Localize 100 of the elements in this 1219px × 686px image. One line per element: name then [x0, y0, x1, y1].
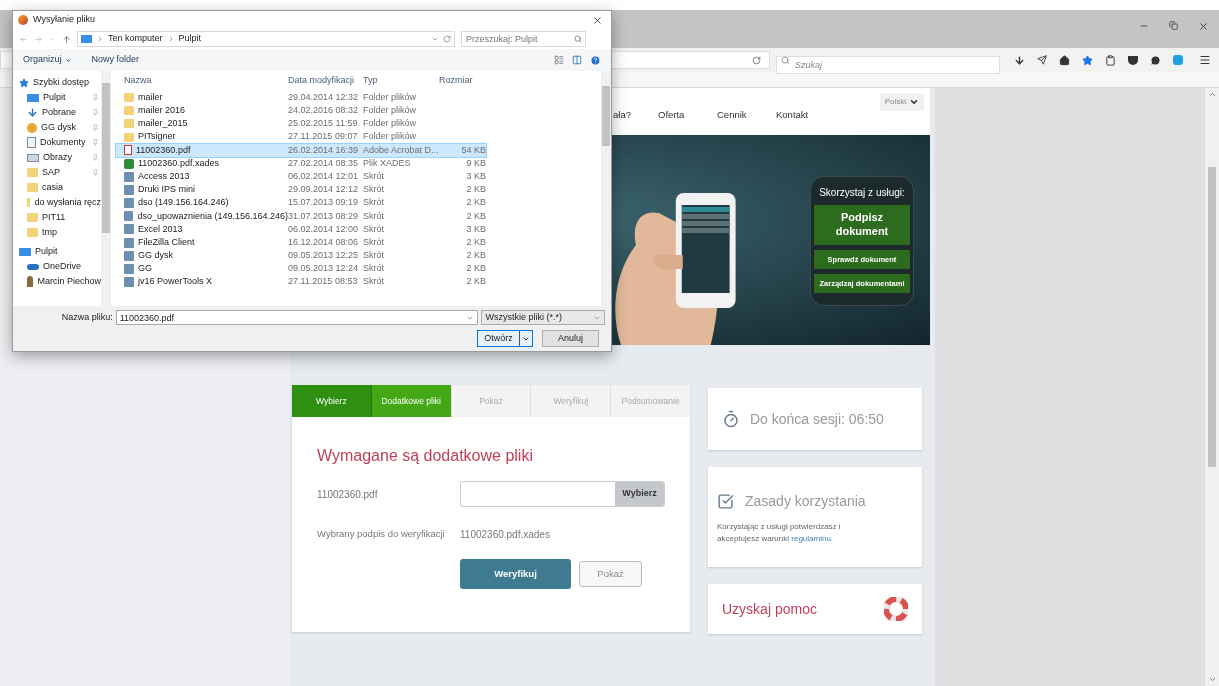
cancel-button[interactable]: Anuluj	[542, 330, 599, 347]
file-row[interactable]: PITsigner 27.11.2015 09:07 Folder plików	[116, 130, 486, 144]
new-folder-button[interactable]: Nowy folder	[91, 53, 140, 67]
file-row[interactable]: Excel 2013 06.02.2014 12:00 Skrót 3 KB	[116, 222, 486, 237]
monitor-icon	[81, 35, 92, 43]
search-icon	[574, 35, 582, 43]
choose-file-button[interactable]: Wybierz	[615, 482, 664, 506]
refresh-icon[interactable]	[443, 35, 451, 43]
scroll-up-icon[interactable]	[1207, 90, 1217, 99]
terms-link[interactable]: regulaminu	[791, 534, 831, 543]
session-timer: Do końca sesji: 06:50	[750, 409, 884, 429]
nav-pane-item[interactable]: Obrazy	[13, 150, 101, 165]
app-shortcut-icon	[124, 198, 134, 209]
page-scrollbar[interactable]	[1205, 88, 1219, 686]
clipboard-icon[interactable]	[1105, 54, 1116, 66]
file-row[interactable]: jv16 PowerTools X 27.11.2015 08:53 Skrót 2 KB	[116, 275, 486, 289]
file-size: 3 KB	[466, 223, 486, 234]
scrollbar[interactable]	[601, 71, 611, 306]
monitor-icon	[27, 93, 39, 102]
file-row[interactable]: dso_upowaznienia (149.156.164.246)31.07.2013 08:29 Skrót 2 KB	[116, 209, 486, 223]
signature-label: Wybrany podpis do weryfikacji	[317, 527, 446, 542]
column-header[interactable]: Typ	[363, 74, 439, 88]
nav-pane-item[interactable]: PIT11	[13, 210, 101, 225]
nav-pane-item[interactable]: do wysłania ręcz	[13, 195, 101, 210]
search-field[interactable]: Szukaj	[776, 56, 1000, 74]
paper-plane-icon[interactable]	[1037, 55, 1047, 65]
download-icon[interactable]	[1014, 54, 1025, 66]
file-row[interactable]: mailer 29.04.2014 12:32 Folder plików	[116, 91, 486, 105]
home-icon[interactable]	[1059, 54, 1070, 66]
person-icon	[27, 276, 34, 287]
help-link[interactable]: Uzyskaj pomoc	[722, 598, 817, 620]
file-type: Skrót	[363, 209, 385, 223]
file-row[interactable]: GG 09.05.2013 12:24 Skrót 2 KB	[116, 262, 486, 276]
file-date: 15.07.2013 09:19	[288, 196, 360, 210]
search-field[interactable]: Przeszukaj: Pulpit	[461, 31, 586, 47]
help-icon[interactable]	[590, 54, 601, 66]
file-row[interactable]: 11002360.pdf.xades 27.02.2014 08:35 Plik XADES 9 KB	[116, 156, 486, 171]
nav-link[interactable]: Cennik	[717, 108, 747, 120]
file-row[interactable]: dso (149.156.164.246) 15.07.2013 09:19 Skrót 2 KB	[116, 196, 486, 210]
chevron-icon	[909, 97, 919, 107]
column-header[interactable]: Data modyfikacji	[288, 74, 363, 88]
nav-pane-item[interactable]: Pulpit	[13, 90, 101, 105]
file-row[interactable]: 11002360.pdf 26.02.2014 16:39 Adobe Acrobat D... 54 KB	[116, 143, 486, 157]
scroll-down-icon[interactable]	[1207, 675, 1217, 684]
preview-pane-icon[interactable]	[572, 55, 582, 65]
nav-link[interactable]: Oferta	[658, 108, 685, 120]
file-row[interactable]: FileZilla Client 16.12.2014 08:06 Skrót 2 KB	[116, 236, 486, 250]
file-path-field[interactable]: Wybierz	[460, 481, 665, 507]
dialog-title: Wysyłanie pliku	[33, 13, 95, 27]
file-name: PITsigner	[138, 130, 176, 144]
nav-pane-item[interactable]: Marcin Piechow	[13, 274, 101, 289]
nav-pane-item[interactable]: SAP	[13, 165, 101, 180]
app-shortcut-icon	[124, 277, 134, 288]
chat-icon[interactable]	[1150, 54, 1161, 66]
nav-link[interactable]: Kontakt	[776, 108, 809, 120]
file-date: 25.02.2015 11:59	[288, 117, 359, 131]
lifebuoy-icon	[884, 597, 908, 621]
nav-pane-item[interactable]: Pobrane	[13, 105, 101, 120]
breadcrumb-item[interactable]: Ten komputer	[108, 32, 163, 46]
open-button[interactable]: Otwórz	[477, 330, 533, 347]
close-icon[interactable]	[1198, 21, 1209, 32]
reload-icon[interactable]	[752, 55, 761, 65]
service-action-button[interactable]: Podpisz dokument	[814, 205, 910, 245]
column-header[interactable]: Nazwa	[116, 74, 288, 88]
nav-link[interactable]: ała?	[613, 108, 631, 120]
file-name: 11002360.pdf.xades	[138, 156, 219, 170]
file-row[interactable]: GG dysk 09.05.2013 12:25 Skrót 2 KB	[116, 249, 486, 263]
file-row[interactable]: Access 2013 06.02.2014 12:01 Skrót 3 KB	[116, 170, 486, 184]
file-type-select[interactable]: Wszystkie pliki (*.*)	[481, 310, 605, 325]
file-date: 27.02.2014 08:35	[288, 156, 360, 170]
nav-pane-item[interactable]: Dokumenty	[13, 135, 101, 150]
menu-icon[interactable]	[1199, 54, 1211, 66]
address-field[interactable]: Ten komputer Pulpit	[77, 31, 455, 47]
nav-pane-item[interactable]: Szybki dostęp	[13, 75, 101, 90]
up-icon[interactable]	[62, 34, 71, 44]
verify-button[interactable]: Weryfikuj	[460, 559, 571, 589]
nav-pane-item[interactable]: GG dysk	[13, 120, 101, 135]
file-row[interactable]: mailer 2016 24.02.2016 08:32 Folder plików	[116, 104, 486, 118]
file-name: mailer 2016	[138, 104, 186, 118]
file-label: 11002360.pdf	[317, 487, 379, 502]
cloud-icon	[27, 263, 39, 270]
view-options-icon[interactable]	[554, 55, 564, 65]
restore-icon[interactable]	[1169, 21, 1178, 30]
wizard-step-tab[interactable]: Wybierz	[292, 385, 372, 417]
column-header[interactable]: Rozmiar	[439, 74, 486, 88]
organize-menu[interactable]: Organizuj	[23, 53, 72, 67]
scrollbar[interactable]	[101, 71, 111, 306]
nav-pane-item[interactable]: Pulpit	[13, 244, 101, 259]
file-type: Folder plików	[363, 90, 418, 104]
breadcrumb-item[interactable]: Pulpit	[178, 32, 202, 46]
file-date: 29.04.2014 12:32	[288, 90, 360, 104]
app-shortcut-icon	[124, 211, 134, 222]
bookmark-star-icon[interactable]	[1082, 54, 1093, 66]
close-icon[interactable]	[592, 14, 603, 26]
nav-pane-item[interactable]: OneDrive	[13, 259, 101, 274]
file-row[interactable]: mailer_2015 25.02.2015 11:59 Folder plików	[116, 117, 486, 131]
nav-pane-item[interactable]: casia	[13, 180, 101, 195]
nav-pane-item[interactable]: tmp	[13, 225, 101, 240]
file-row[interactable]: Druki IPS mini 29.09.2014 12:12 Skrót 2 KB	[116, 183, 486, 197]
file-name-field[interactable]: 11002360.pdf	[115, 310, 479, 325]
